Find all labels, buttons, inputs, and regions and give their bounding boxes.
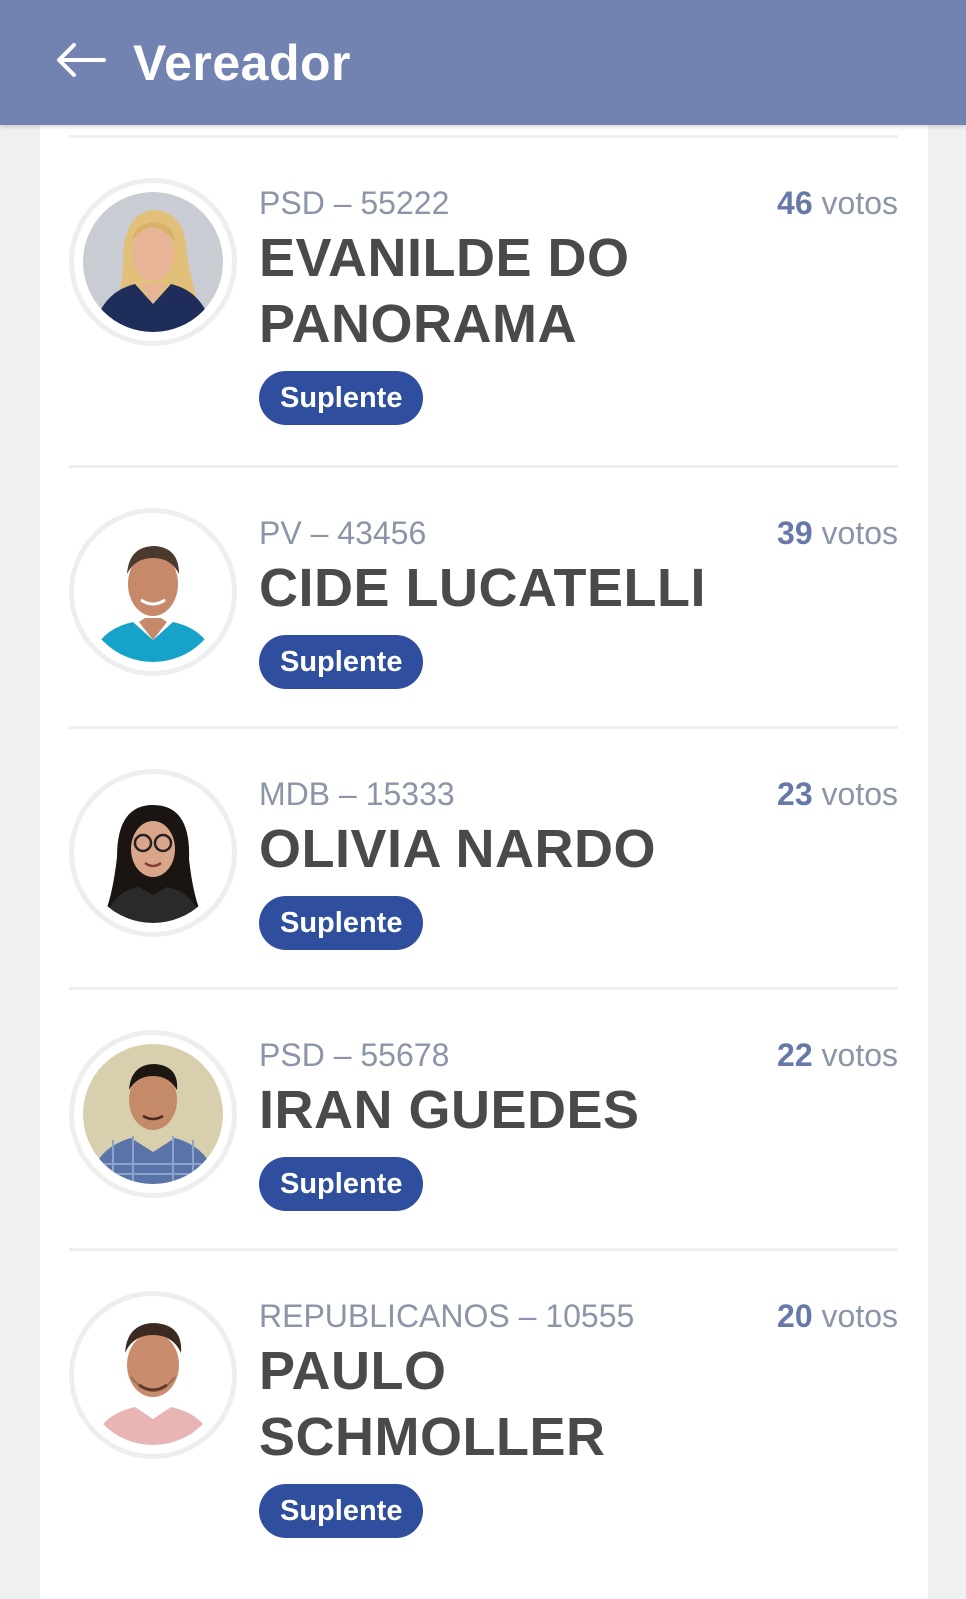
- candidate-name: PAULO SCHMOLLER: [259, 1338, 689, 1470]
- candidate-name-line: PAULO: [259, 1341, 447, 1401]
- candidate-list-card: PSD – 55222 46 votos EVANILDE DO PANORAM…: [40, 125, 928, 1599]
- avatar: [69, 508, 237, 676]
- votes-unit: votos: [821, 776, 898, 812]
- page-title: Vereador: [133, 34, 352, 91]
- votes-count: 20 votos: [777, 1296, 898, 1336]
- list-item[interactable]: PSD – 55222 46 votos EVANILDE DO PANORAM…: [69, 138, 898, 468]
- candidate-info: PV – 43456 39 votos CIDE LUCATELLI Suple…: [259, 513, 898, 689]
- candidate-name: OLIVIA NARDO: [259, 816, 898, 882]
- status-badge: Suplente: [259, 1157, 424, 1211]
- votes-count: 39 votos: [777, 513, 898, 553]
- votes-count: 22 votos: [777, 1035, 898, 1075]
- candidate-info: PSD – 55222 46 votos EVANILDE DO PANORAM…: [259, 183, 898, 425]
- candidate-photo-woman-blonde: [83, 192, 223, 332]
- list-item[interactable]: PV – 43456 39 votos CIDE LUCATELLI Suple…: [69, 468, 898, 729]
- arrow-left-icon: [54, 42, 106, 83]
- votes-count: 23 votos: [777, 774, 898, 814]
- status-badge: Suplente: [259, 635, 424, 689]
- votes-number: 23: [777, 776, 813, 812]
- candidate-name-line: CIDE LUCATELLI: [259, 558, 706, 618]
- votes-number: 20: [777, 1298, 813, 1334]
- votes-number: 46: [777, 185, 813, 221]
- list-item[interactable]: PSD – 55678 22 votos IRAN GUEDES Suplent…: [69, 990, 898, 1251]
- avatar: [69, 178, 237, 346]
- candidate-photo-woman-glasses: [83, 783, 223, 923]
- candidate-info: REPUBLICANOS – 10555 20 votos PAULO SCHM…: [259, 1296, 898, 1538]
- candidate-info: MDB – 15333 23 votos OLIVIA NARDO Suplen…: [259, 774, 898, 950]
- avatar: [69, 1030, 237, 1198]
- votes-unit: votos: [821, 1298, 898, 1334]
- votes-unit: votos: [821, 185, 898, 221]
- candidate-photo-man-pink-shirt: [83, 1305, 223, 1445]
- status-badge: Suplente: [259, 1484, 424, 1538]
- list-item[interactable]: MDB – 15333 23 votos OLIVIA NARDO Suplen…: [69, 729, 898, 990]
- status-badge: Suplente: [259, 896, 424, 950]
- candidate-name: CIDE LUCATELLI: [259, 555, 898, 621]
- candidate-name-line: EVANILDE DO: [259, 228, 630, 288]
- votes-unit: votos: [821, 1037, 898, 1073]
- candidate-list: PSD – 55222 46 votos EVANILDE DO PANORAM…: [69, 125, 898, 1581]
- votes-unit: votos: [821, 515, 898, 551]
- candidate-info: PSD – 55678 22 votos IRAN GUEDES Suplent…: [259, 1035, 898, 1211]
- candidate-name: EVANILDE DO PANORAMA: [259, 225, 689, 357]
- candidate-name-line: PANORAMA: [259, 294, 577, 354]
- candidate-name-line: SCHMOLLER: [259, 1407, 606, 1467]
- votes-count: 46 votos: [777, 183, 898, 223]
- votes-number: 22: [777, 1037, 813, 1073]
- divider: [69, 125, 898, 138]
- app-bar: Vereador: [0, 0, 966, 125]
- avatar: [69, 769, 237, 937]
- candidate-name-line: OLIVIA NARDO: [259, 819, 656, 879]
- votes-number: 39: [777, 515, 813, 551]
- list-item[interactable]: REPUBLICANOS – 10555 20 votos PAULO SCHM…: [69, 1251, 898, 1581]
- candidate-name-line: IRAN GUEDES: [259, 1080, 640, 1140]
- candidate-photo-man-blue-shirt: [83, 522, 223, 662]
- avatar: [69, 1291, 237, 1459]
- back-button[interactable]: [45, 28, 115, 98]
- candidate-name: IRAN GUEDES: [259, 1077, 898, 1143]
- candidate-photo-man-plaid-shirt: [83, 1044, 223, 1184]
- status-badge: Suplente: [259, 371, 424, 425]
